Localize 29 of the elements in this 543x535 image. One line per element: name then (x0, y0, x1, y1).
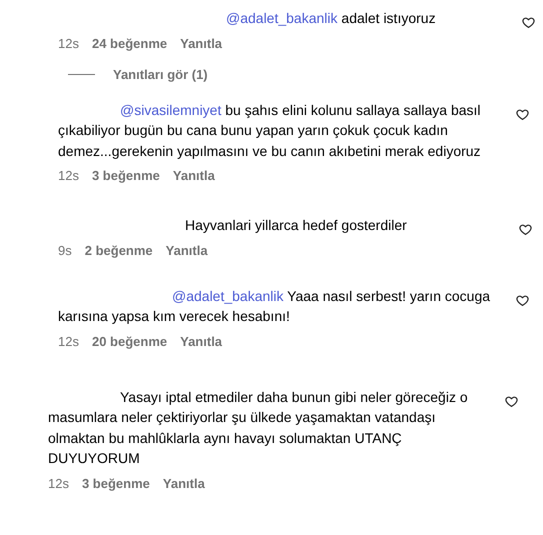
heart-icon[interactable] (516, 294, 529, 306)
reply-button[interactable]: Yanıtla (180, 334, 222, 348)
heart-icon[interactable] (505, 394, 518, 408)
comment-time: 9s (58, 242, 72, 258)
likes-count[interactable]: 3 beğenme (82, 476, 150, 490)
heart-icon[interactable] (522, 16, 535, 29)
likes-count[interactable]: 24 beğenme (92, 36, 168, 50)
comment-time: 12s (58, 36, 79, 50)
mention-link[interactable]: @adalet_bakanlik (226, 10, 338, 26)
reply-button[interactable]: Yanıtla (166, 242, 208, 258)
comment-text: @adalet_bakanlik Yaaa nasıl serbest! yarın cocuga karısına yapsa kım verecek hesabını! (58, 286, 492, 326)
comment-time: 12s (58, 168, 79, 183)
heart-icon[interactable] (516, 108, 529, 120)
reply-button[interactable]: Yanıtla (162, 476, 205, 490)
comment-text: @sivasilemniyet bu şahıs elini kolunu sallaya sallaya basıl çıkabiliyor bugün bu cana bunu yapan yarın çokuk çocuk kadın demez...gerekenin yapılmasını ve bu canın akıbetini merak ediyoruz (58, 100, 482, 161)
heart-icon[interactable] (519, 223, 532, 236)
reply-button[interactable]: Yanıtla (180, 36, 222, 50)
comment-time: 12s (48, 476, 69, 490)
comment-text: Hayvanlari yillarca hedef gosterdiler (184, 216, 408, 235)
comment-time: 12s (58, 334, 79, 348)
mention-link[interactable]: @adalet_bakanlik (172, 288, 284, 304)
likes-count[interactable]: 3 beğenme (92, 168, 160, 183)
view-replies-button[interactable]: Yanıtları gör (1) (68, 66, 543, 82)
mention-link[interactable]: @sivasilemniyet (120, 102, 222, 118)
comment-text: @adalet_bakanlik adalet istıyoruz (225, 9, 437, 28)
likes-count[interactable]: 20 beğenme (92, 334, 168, 348)
comment-text: Yasayı iptal etmediler daha bunun gibi neler göreceğiz o masumlara neler çektiriyorlar şu ülkede yaşamaktan vatandaşı olmaktan bu mahlûklarla aynı havayı solumaktan UTANÇ DUYUYORUM (48, 388, 469, 468)
likes-count[interactable]: 2 beğenme (84, 242, 153, 258)
reply-button[interactable]: Yanıtla (172, 168, 215, 183)
